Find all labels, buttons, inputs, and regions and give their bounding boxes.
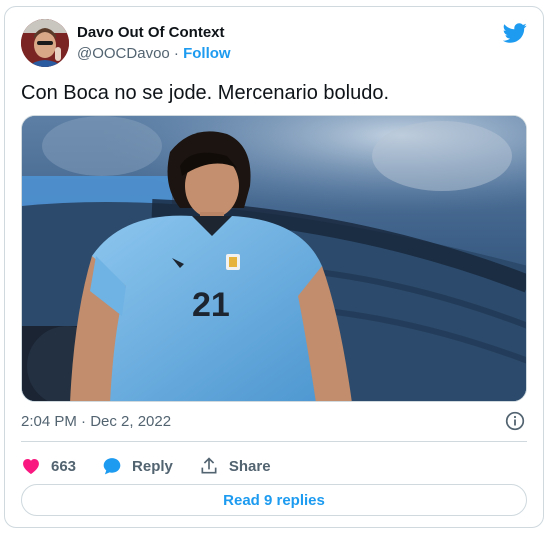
twitter-bird-icon[interactable] <box>503 21 527 45</box>
heart-icon <box>23 459 39 474</box>
read-replies-button[interactable]: Read 9 replies <box>21 484 527 516</box>
divider <box>21 441 527 442</box>
user-handle[interactable]: @OOCDavoo <box>77 45 170 62</box>
tweet-timestamp[interactable]: 2:04 PM · Dec 2, 2022 <box>21 413 171 430</box>
tweet-text: Con Boca no se jode. Mercenario boludo. <box>21 82 390 104</box>
share-button[interactable]: Share <box>199 456 271 476</box>
tweet-card: Davo Out Of Context @OOCDavoo · Follow C… <box>4 6 544 528</box>
share-label: Share <box>228 457 271 475</box>
reply-bubble-icon <box>103 458 121 475</box>
reply-label: Reply <box>132 457 173 475</box>
action-bar: 663 Reply Share <box>21 453 297 479</box>
handle-separator: · <box>169 45 184 62</box>
avatar[interactable] <box>21 19 69 67</box>
reply-button[interactable]: Reply <box>102 456 173 476</box>
handle-row: @OOCDavoo · Follow <box>77 45 231 62</box>
follow-button[interactable]: Follow <box>183 45 231 62</box>
share-icon <box>201 457 217 474</box>
tweet-photo[interactable]: 21 <box>21 115 527 402</box>
like-button[interactable]: 663 <box>21 456 76 476</box>
display-name[interactable]: Davo Out Of Context <box>77 24 225 41</box>
info-icon[interactable] <box>505 411 525 431</box>
like-count: 663 <box>51 457 77 475</box>
jersey-number: 21 <box>192 286 230 324</box>
